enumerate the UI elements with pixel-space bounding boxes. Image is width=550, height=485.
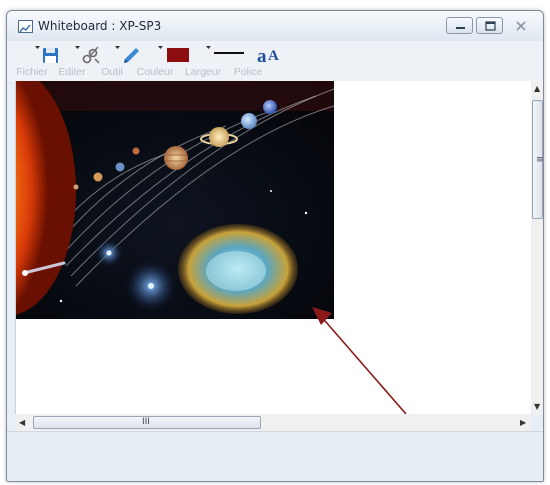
maximize-button[interactable] (476, 17, 503, 34)
toolbar: Fichier Editer Outil Couleur Largeur a A… (7, 41, 543, 81)
scrollbar-corner (531, 414, 543, 431)
window-title: Whiteboard : XP-SP3 (38, 19, 162, 33)
horizontal-scroll-thumb[interactable]: III (33, 416, 261, 429)
font-icon: a A (257, 46, 279, 67)
toolbar-item-fichier[interactable]: Fichier (15, 43, 58, 79)
solar-system-image (16, 81, 407, 414)
scroll-left-arrow-icon[interactable]: ◀ (19, 418, 25, 427)
minimize-button[interactable] (446, 17, 473, 34)
toolbar-label: Couleur (136, 66, 174, 78)
whiteboard-window: Whiteboard : XP-SP3 Fichier Editer Outil… (6, 10, 544, 482)
scroll-right-arrow-icon[interactable]: ▶ (520, 418, 526, 427)
toolbar-item-outil[interactable]: Outil (95, 43, 139, 79)
toolbar-item-editer[interactable]: Editer (55, 43, 100, 79)
toolbar-label: Largeur (184, 66, 222, 78)
close-button[interactable] (507, 17, 534, 34)
toolbar-label: Police (233, 66, 263, 78)
svg-text:A: A (268, 48, 279, 64)
title-bar[interactable]: Whiteboard : XP-SP3 (7, 11, 543, 41)
scroll-grip: ≡ (536, 155, 544, 165)
toolbar-item-couleur[interactable]: Couleur (135, 43, 189, 79)
svg-text:a: a (257, 46, 267, 67)
annotation-arrow (312, 307, 407, 414)
toolbar-item-largeur[interactable]: Largeur (181, 43, 244, 79)
scroll-grip: III (142, 417, 150, 427)
whiteboard-canvas[interactable] (15, 81, 532, 414)
horizontal-scrollbar[interactable]: ◀ III ▶ (15, 414, 531, 431)
vertical-scroll-thumb[interactable]: ≡ (532, 100, 543, 219)
status-area (7, 431, 543, 481)
scroll-up-arrow-icon[interactable]: ▲ (534, 84, 540, 93)
scroll-down-arrow-icon[interactable]: ▼ (534, 402, 540, 411)
vertical-scrollbar[interactable]: ▲ ≡ ▼ (531, 81, 543, 414)
app-chart-icon (18, 20, 33, 33)
toolbar-item-police[interactable]: a A Police (231, 43, 279, 79)
